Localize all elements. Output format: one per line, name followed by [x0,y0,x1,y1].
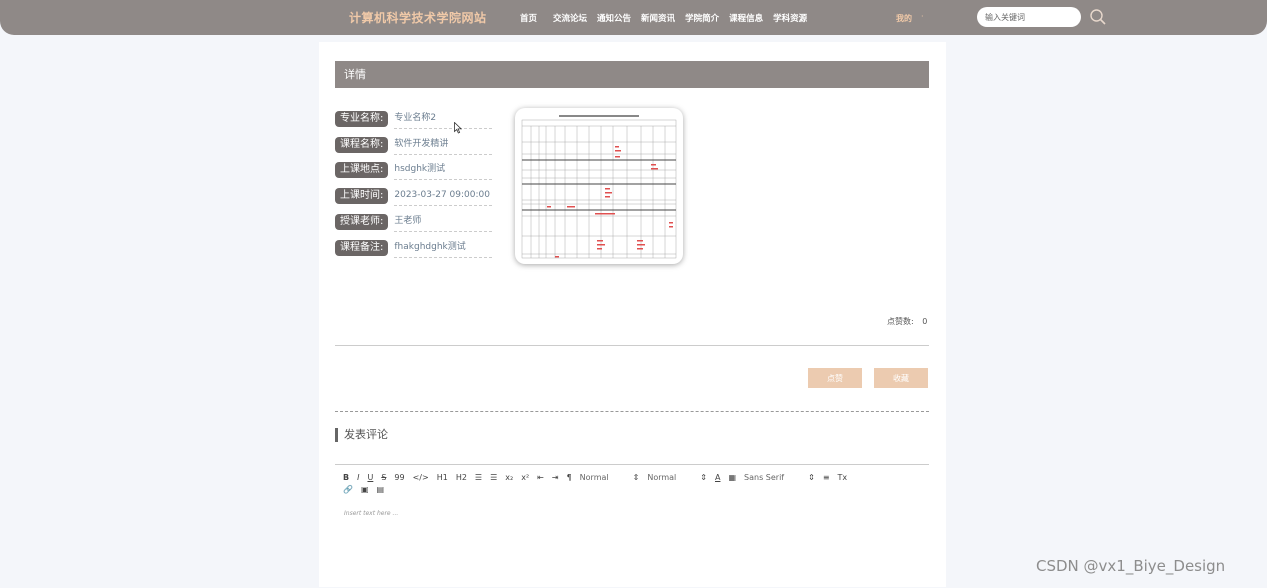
like-button[interactable]: 点赞 [808,368,862,388]
bullet-list-icon[interactable]: ☰ [490,473,497,482]
nav-college-intro[interactable]: 学院简介 [685,12,719,24]
indent-icon[interactable]: ⇥ [552,473,559,482]
field-course: 课程名称: 软件开发精讲 [335,135,493,155]
underline-icon[interactable]: U [367,473,373,482]
field-label: 专业名称: [335,111,389,127]
field-time: 上课时间: 2023-03-27 09:00:00 [335,186,493,206]
comment-section-title: 发表评论 [335,428,388,442]
dropdown-dot-icon[interactable]: · [921,12,924,21]
main-nav: 首页 交流论坛 通知公告 新闻资讯 学院简介 课程信息 学科资源 [520,12,817,24]
link-icon[interactable]: 🔗 [343,485,353,494]
search-input[interactable] [977,7,1081,27]
chevron-updown-icon: ⇕ [808,472,815,482]
favorite-button[interactable]: 收藏 [874,368,928,388]
nav-notices[interactable]: 通知公告 [597,12,631,24]
top-nav-bar: 计算机科学技术学院网站 首页 交流论坛 通知公告 新闻资讯 学院简介 课程信息 … [0,0,1267,35]
toolbar-row: 🔗 ▣ ▤ [343,483,923,495]
field-label: 授课老师: [335,214,389,230]
clicks-count: 点赞数: 0 [887,316,927,327]
field-remark: 课程备注: fhakghdghk测试 [335,238,493,258]
font-select[interactable]: Sans Serif [744,473,784,482]
field-label: 课程名称: [335,137,389,153]
strike-icon[interactable]: S [381,473,386,482]
ordered-list-icon[interactable]: ☰ [475,473,482,482]
image-icon[interactable]: ▣ [361,485,369,494]
field-value: hsdghk测试 [394,161,493,180]
dashed-divider [335,411,929,412]
subscript-icon[interactable]: x₂ [505,473,513,482]
site-title[interactable]: 计算机科学技术学院网站 [349,9,487,26]
editor-placeholder[interactable]: Insert text here ... [344,510,398,517]
content-panel: 详情 专业名称: 专业名称2 课程名称: 软件开发精讲 上课地点: hsdghk… [319,42,946,587]
field-value: 专业名称2 [394,110,493,129]
my-account-link[interactable]: 我的 [896,13,912,24]
field-label: 上课时间: [335,188,389,204]
align-icon[interactable]: ≡ [823,473,830,482]
field-teacher: 授课老师: 王老师 [335,212,493,232]
detail-header: 详情 [335,61,929,88]
search-icon[interactable] [1089,8,1107,26]
field-value: fhakghdghk测试 [394,239,493,258]
clicks-label: 点赞数: [887,317,914,326]
nav-news[interactable]: 新闻资讯 [641,12,675,24]
comment-editor[interactable]: B I U S 99 </> H1 H2 ☰ ☰ x₂ x² ⇤ ⇥ ¶ Nor… [335,464,929,588]
superscript-icon[interactable]: x² [521,473,529,482]
field-label: 课程备注: [335,240,389,256]
bold-icon[interactable]: B [343,473,349,482]
italic-icon[interactable]: I [357,473,359,482]
outdent-icon[interactable]: ⇤ [537,473,544,482]
course-image[interactable] [515,108,683,264]
heading1-icon[interactable]: H1 [437,473,448,482]
editor-toolbar: B I U S 99 </> H1 H2 ☰ ☰ x₂ x² ⇤ ⇥ ¶ Nor… [343,471,923,495]
field-major: 专业名称: 专业名称2 [335,109,493,129]
timetable-image [519,112,679,260]
field-value: 2023-03-27 09:00:00 [394,187,493,206]
nav-forum[interactable]: 交流论坛 [553,12,587,24]
toolbar-row: B I U S 99 </> H1 H2 ☰ ☰ x₂ x² ⇤ ⇥ ¶ Nor… [343,471,923,483]
header-select[interactable]: Normal [647,473,676,482]
background-color-icon[interactable]: ▦ [728,473,736,482]
clicks-value: 0 [922,317,928,326]
nav-course-info[interactable]: 课程信息 [729,12,763,24]
chevron-updown-icon: ⇕ [632,472,640,482]
blockquote-icon[interactable]: 99 [394,473,404,482]
video-icon[interactable]: ▤ [377,485,385,494]
heading2-icon[interactable]: H2 [456,473,467,482]
text-color-icon[interactable]: A [715,473,720,482]
field-label: 上课地点: [335,162,389,178]
chevron-updown-icon: ⇕ [700,472,707,482]
field-value: 软件开发精讲 [394,136,493,155]
clear-format-icon[interactable]: Tx [838,473,848,482]
mouse-cursor-icon [454,122,462,134]
field-value: 王老师 [394,213,493,232]
nav-home[interactable]: 首页 [520,12,537,24]
nav-resources[interactable]: 学科资源 [773,12,807,24]
divider [335,345,929,346]
code-block-icon[interactable]: </> [413,473,429,482]
text-direction-icon[interactable]: ¶ [567,473,572,482]
size-select[interactable]: Normal [580,473,609,482]
watermark: CSDN @vx1_Biye_Design [1036,557,1226,575]
field-location: 上课地点: hsdghk测试 [335,160,493,180]
